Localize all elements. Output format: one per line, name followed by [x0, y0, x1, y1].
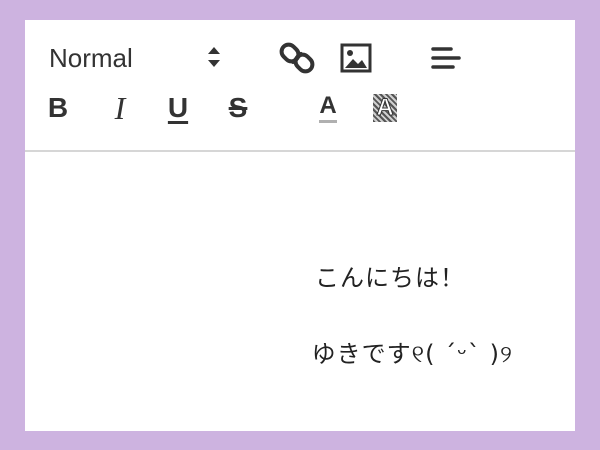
align-left-icon[interactable] — [429, 42, 463, 74]
strike-button[interactable]: S — [223, 90, 253, 126]
link-icon[interactable] — [279, 40, 315, 76]
editor-content[interactable]: こんにちは！ ゆきです୧( ˊᵕˋ )୨ — [25, 152, 575, 431]
text-color-label: A — [319, 93, 337, 123]
italic-button[interactable]: I — [105, 90, 135, 126]
text-color-button[interactable]: A — [311, 90, 345, 126]
italic-label: I — [114, 89, 126, 126]
strike-label: S — [228, 92, 248, 123]
underline-button[interactable]: U — [163, 90, 193, 126]
chevron-updown-icon[interactable] — [203, 42, 225, 72]
image-icon[interactable] — [339, 42, 373, 74]
text-line: こんにちは！ — [315, 264, 465, 292]
editor-toolbar: Normal B I U S A A — [25, 20, 575, 152]
text-line: ゆきです୧( ˊᵕˋ )୨ — [311, 340, 513, 368]
rich-text-editor: Normal B I U S A A こんにちは！ ゆきです୧(ˊᵕˋ)୨ — [25, 20, 575, 431]
background-color-button[interactable]: A — [367, 90, 403, 126]
underline-label: U — [167, 92, 189, 123]
bold-button[interactable]: B — [43, 90, 73, 126]
heading-select[interactable]: Normal — [49, 40, 133, 76]
background-color-label: A — [373, 94, 397, 122]
